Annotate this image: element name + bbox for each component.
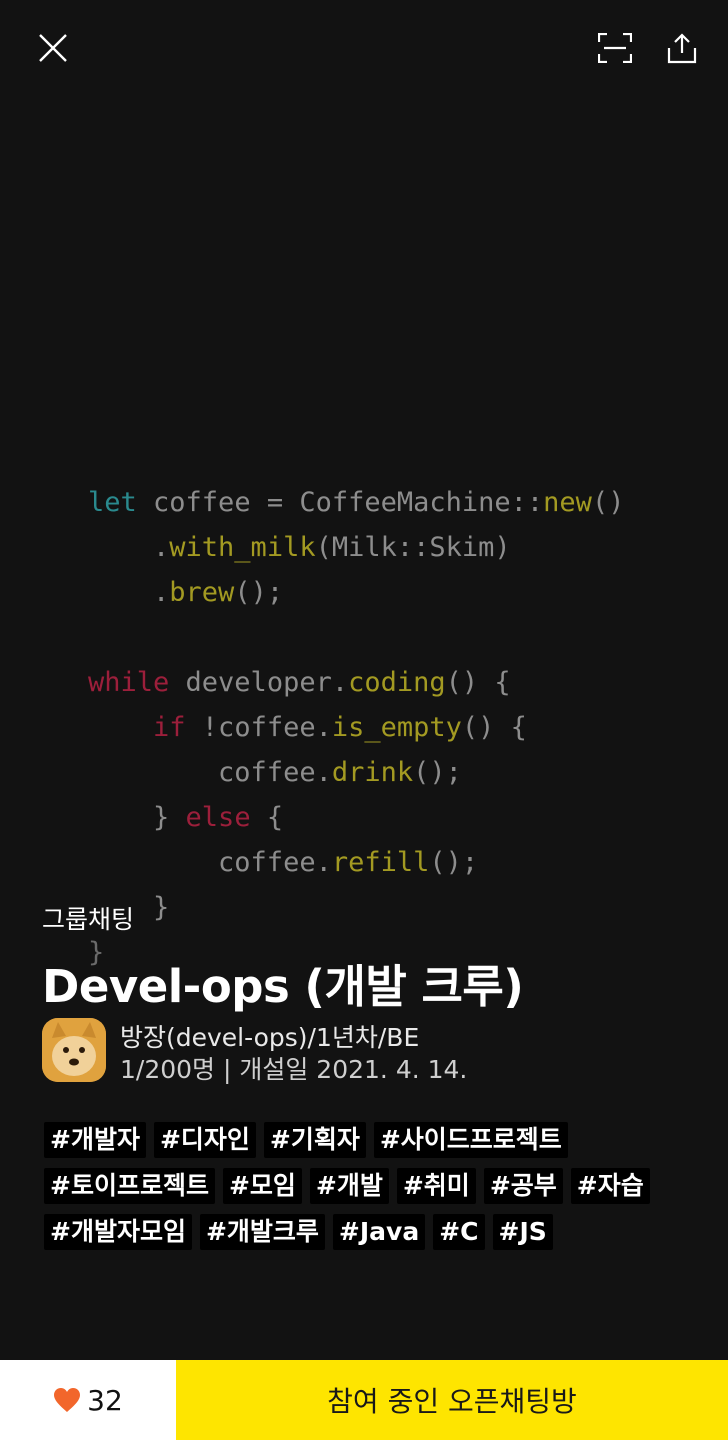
code-token: } [88, 802, 186, 833]
room-meta: 1/200명 | 개설일 2021. 4. 14. [120, 1055, 468, 1084]
code-token: coffee. [88, 757, 332, 788]
heart-icon [54, 1388, 81, 1412]
code-token: . [88, 577, 170, 608]
code-token: developer. [169, 667, 349, 698]
code-line: } else { [88, 795, 624, 840]
hashtag[interactable]: #개발 [309, 1168, 389, 1204]
code-token: () { [461, 712, 527, 743]
hashtag[interactable]: #기획자 [263, 1122, 366, 1158]
hashtag[interactable]: #JS [492, 1214, 553, 1250]
hashtag[interactable]: #사이드프로젝트 [373, 1122, 568, 1158]
code-token: with_milk [169, 532, 316, 563]
bottom-bar: 32 참여 중인 오픈채팅방 [0, 1360, 728, 1440]
hashtag[interactable]: #취미 [396, 1168, 476, 1204]
chat-type-label: 그룹채팅 [42, 905, 135, 934]
code-token: () { [445, 667, 511, 698]
hashtag[interactable]: #개발크루 [199, 1214, 325, 1250]
code-token: (); [413, 757, 462, 788]
hashtag[interactable]: #모임 [222, 1168, 302, 1204]
hashtag[interactable]: #개발자모임 [44, 1214, 192, 1250]
code-token: coffee = CoffeeMachine:: [136, 487, 544, 518]
code-token: new [543, 487, 592, 518]
top-bar [0, 0, 728, 96]
hashtag[interactable]: #토이프로젝트 [44, 1168, 215, 1204]
code-token: is_empty [331, 712, 462, 743]
code-token: brew [169, 577, 235, 608]
join-chatroom-button[interactable]: 참여 중인 오픈채팅방 [176, 1360, 728, 1440]
code-line: .with_milk(Milk::Skim) [88, 525, 624, 570]
close-icon[interactable] [33, 28, 73, 68]
hashtag[interactable]: #Java [332, 1214, 426, 1250]
like-count: 32 [87, 1383, 123, 1417]
code-token: (); [429, 847, 479, 878]
code-line: coffee.drink(); [88, 750, 624, 795]
hashtag-row: #개발자 #디자인 #기획자 #사이드프로젝트 [44, 1122, 694, 1158]
code-line: coffee.refill(); [88, 840, 624, 885]
code-line: if !coffee.is_empty() { [88, 705, 624, 750]
code-line: while developer.coding() { [88, 660, 624, 705]
code-token: while [88, 667, 170, 698]
code-token: coffee. [88, 847, 332, 878]
owner-label: 방장(devel-ops)/1년차/BE [120, 1023, 420, 1052]
code-line: } [88, 885, 624, 930]
hashtag[interactable]: #자습 [570, 1168, 650, 1204]
code-line: .brew(); [88, 570, 624, 615]
scan-icon[interactable] [595, 28, 635, 68]
code-token: refill [331, 847, 430, 878]
room-title: Devel-ops (개발 크루) [42, 960, 524, 1013]
code-token: drink [331, 757, 414, 788]
hashtag-list: #개발자 #디자인 #기획자 #사이드프로젝트 #토이프로젝트 #모임 #개발 #취미 #공부 #… [44, 1122, 694, 1260]
code-token: () [591, 487, 625, 518]
hashtag[interactable]: #디자인 [153, 1122, 256, 1158]
code-token: let [88, 487, 137, 518]
like-button[interactable]: 32 [0, 1360, 176, 1440]
code-line: let coffee = CoffeeMachine::new() [88, 480, 624, 525]
code-token: coding [348, 667, 446, 698]
code-token: if [153, 712, 186, 743]
hashtag[interactable]: #공부 [483, 1168, 563, 1204]
code-token: { [250, 802, 284, 833]
code-token: else [185, 802, 251, 833]
doge-avatar-icon [42, 1018, 106, 1082]
share-icon[interactable] [662, 28, 702, 68]
code-token: . [88, 532, 170, 563]
hashtag-row: #토이프로젝트 #모임 #개발 #취미 #공부 #자습 [44, 1168, 694, 1204]
code-token: (Milk::Skim) [315, 532, 511, 563]
code-token: !coffee. [185, 712, 332, 743]
hashtag[interactable]: #개발자 [44, 1122, 146, 1158]
code-token: (); [234, 577, 284, 608]
hashtag-row: #개발자모임 #개발크루 #Java #C #JS [44, 1214, 694, 1250]
owner-avatar[interactable] [42, 1018, 106, 1082]
hashtag[interactable]: #C [433, 1214, 485, 1250]
code-background: let coffee = CoffeeMachine::new() .with_… [88, 480, 624, 975]
